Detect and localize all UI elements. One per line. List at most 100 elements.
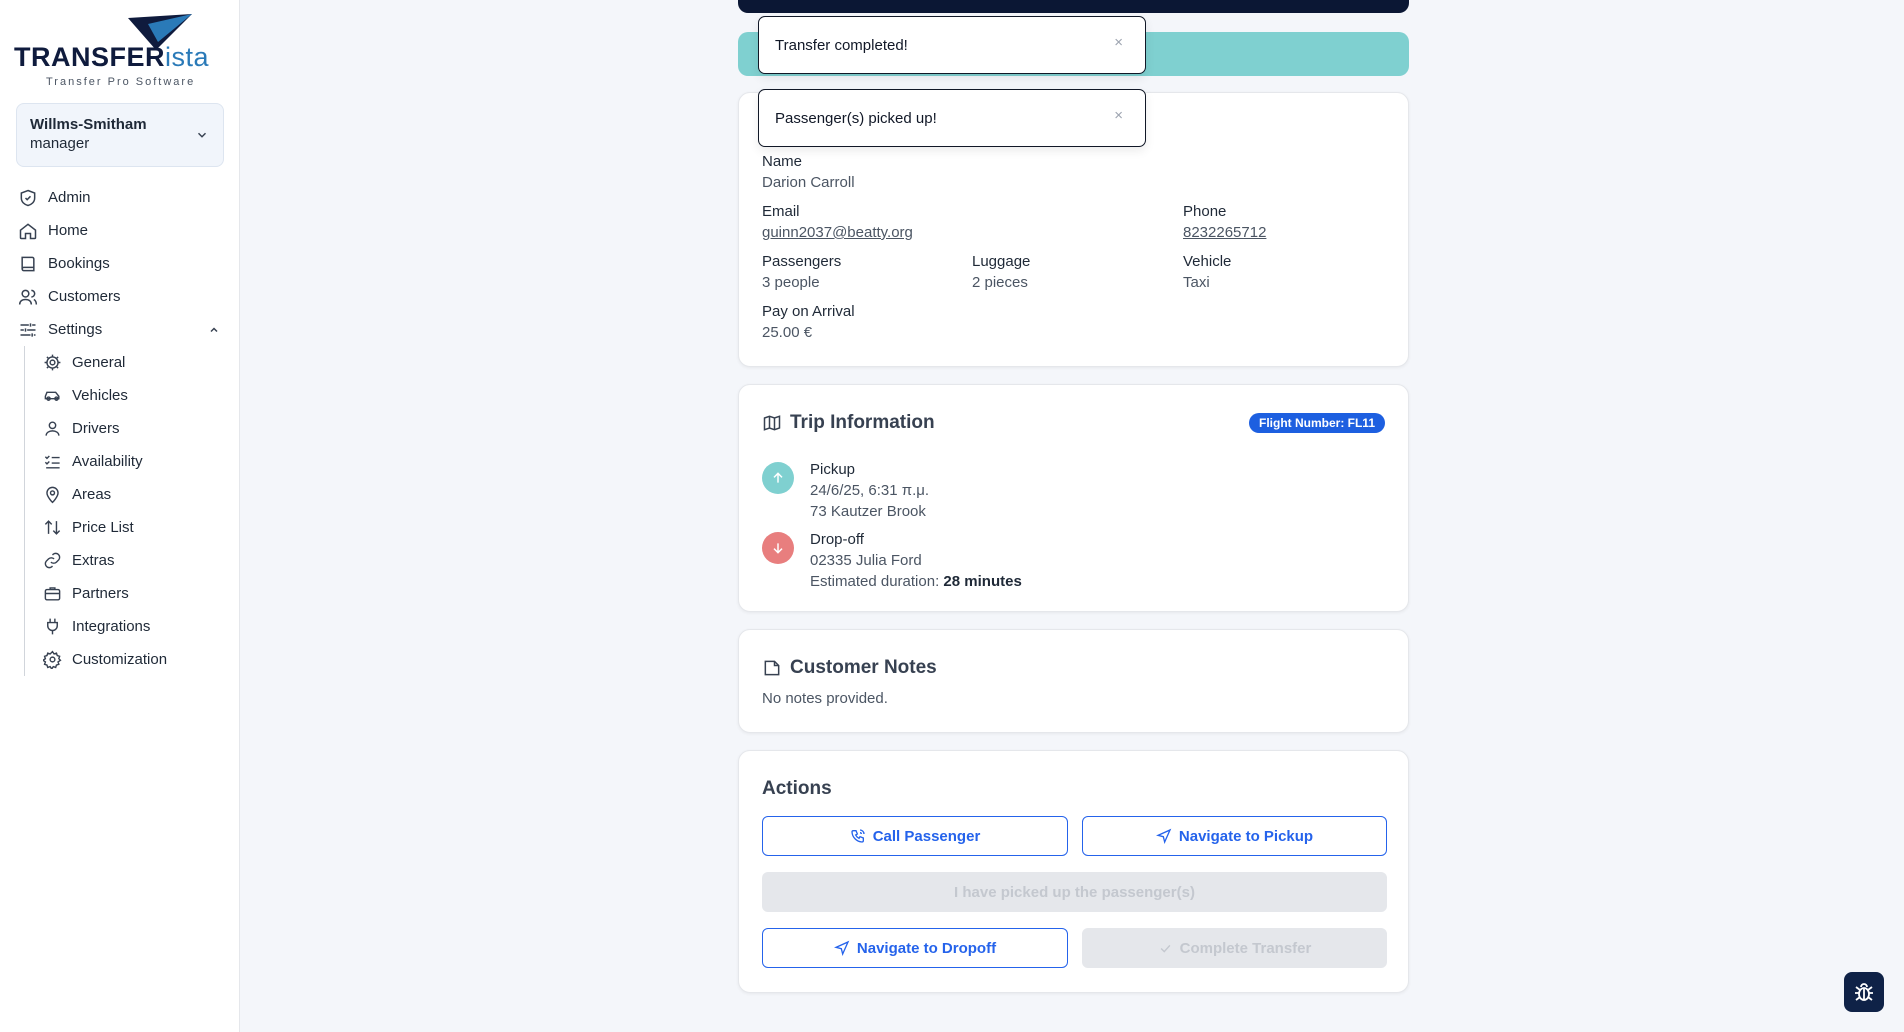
link-icon — [44, 552, 61, 569]
sidebar-item-customization[interactable]: Customization — [43, 643, 228, 676]
chevron-down-icon — [197, 132, 207, 138]
vehicle-label: Vehicle — [1183, 253, 1232, 270]
user-role: manager — [30, 135, 90, 152]
customer-notes-heading: Customer Notes — [762, 657, 937, 679]
home-icon — [19, 222, 37, 239]
customer-notes-text: No notes provided. — [762, 690, 888, 707]
bug-icon — [1855, 983, 1873, 1001]
navigate-to-pickup-button[interactable]: Navigate to Pickup — [1082, 816, 1387, 856]
sidebar-item-label: Extras — [72, 552, 115, 569]
logo-wordmark: TRANSFERista — [14, 42, 210, 72]
car-icon — [44, 391, 60, 401]
sidebar-item-drivers[interactable]: Drivers — [43, 412, 228, 445]
passengers-label: Passengers — [762, 253, 842, 270]
dropoff-label: Drop-off — [810, 531, 864, 548]
organization-switcher[interactable]: Willms-Smitham manager — [16, 103, 224, 167]
pay-value: 25.00 € — [762, 324, 813, 341]
sidebar-item-label: Bookings — [48, 255, 110, 272]
sidebar-item-label: Home — [48, 222, 89, 239]
phone-field: Phone 8232265712 — [1183, 203, 1266, 241]
close-icon[interactable]: × — [1114, 107, 1123, 124]
vehicle-value: Taxi — [1183, 274, 1210, 291]
map-icon — [763, 415, 781, 431]
sidebar-item-general[interactable]: General — [43, 346, 228, 379]
email-field: Email guinn2037@beatty.org — [762, 203, 913, 241]
navigate-to-dropoff-label: Navigate to Dropoff — [856, 939, 997, 957]
toast-notification: Transfer completed! × — [758, 16, 1146, 74]
dropoff-address: 02335 Julia Ford — [810, 552, 922, 569]
status-header-bar — [738, 0, 1409, 13]
passengers-field: Passengers 3 people — [762, 253, 841, 291]
arrow-up-icon — [762, 462, 794, 494]
navigation-arrow-icon — [1155, 828, 1172, 844]
sidebar-item-partners[interactable]: Partners — [43, 577, 228, 610]
phone-call-icon — [851, 829, 865, 843]
luggage-field: Luggage 2 pieces — [972, 253, 1030, 291]
estimated-duration: Estimated duration: 28 minutes — [810, 571, 1022, 592]
sidebar-item-customers[interactable]: Customers — [18, 280, 228, 313]
arrows-up-down-icon — [44, 520, 61, 535]
settings-submenu: General Vehicles Drivers Availability Ar… — [24, 346, 228, 676]
call-passenger-label: Call Passenger — [872, 827, 981, 845]
trip-info-title: Trip Information — [790, 412, 935, 433]
pay-label: Pay on Arrival — [762, 303, 855, 320]
email-label: Email — [762, 203, 800, 220]
picked-up-button[interactable]: I have picked up the passenger(s) — [762, 872, 1387, 912]
sidebar-item-label: Availability — [72, 453, 143, 470]
arrow-down-icon — [762, 532, 794, 564]
pickup-time: 24/6/25, 6:31 π.μ. — [810, 482, 930, 499]
pickup-address: 73 Kautzer Brook — [810, 503, 926, 520]
sidebar-item-areas[interactable]: Areas — [43, 478, 228, 511]
trip-info-card: Trip Information Flight Number: FL11 Pic… — [738, 384, 1409, 612]
sidebar: TRANSFERista Transfer Pro Software Willm… — [0, 0, 240, 1032]
map-pin-icon — [46, 486, 59, 504]
name-label: Name — [762, 153, 803, 170]
list-check-icon — [44, 455, 60, 469]
close-icon[interactable]: × — [1114, 34, 1123, 51]
pay-on-arrival-field: Pay on Arrival 25.00 € — [762, 303, 855, 341]
toast-notification: Passenger(s) picked up! × — [758, 89, 1146, 147]
sidebar-item-integrations[interactable]: Integrations — [43, 610, 228, 643]
trip-info-heading: Trip Information — [762, 412, 935, 434]
sidebar-item-settings[interactable]: Settings — [18, 313, 228, 346]
sidebar-item-label: Drivers — [72, 420, 120, 437]
sidebar-item-extras[interactable]: Extras — [43, 544, 228, 577]
passengers-value: 3 people — [762, 274, 820, 291]
sidebar-item-vehicles[interactable]: Vehicles — [43, 379, 228, 412]
navigation-arrow-icon — [833, 940, 850, 956]
logo[interactable]: TRANSFERista Transfer Pro Software — [14, 14, 226, 90]
sidebar-item-label: Customers — [48, 288, 121, 305]
name-value: Darion Carroll — [762, 174, 855, 191]
complete-transfer-label: Complete Transfer — [1179, 939, 1312, 957]
picked-up-label: I have picked up the passenger(s) — [954, 883, 1195, 901]
settings-gear-icon — [43, 650, 62, 669]
sidebar-item-bookings[interactable]: Bookings — [18, 247, 228, 280]
main-nav: Admin Home Bookings Customers Settings G… — [18, 181, 228, 676]
duration-value: 28 minutes — [943, 573, 1022, 590]
pickup-label: Pickup — [810, 461, 856, 478]
name-field: Name Darion Carroll — [762, 153, 855, 191]
complete-transfer-button[interactable]: Complete Transfer — [1082, 928, 1387, 968]
user-icon — [45, 421, 60, 436]
luggage-label: Luggage — [972, 253, 1031, 270]
sidebar-item-price-list[interactable]: Price List — [43, 511, 228, 544]
plug-icon — [47, 618, 58, 635]
phone-link[interactable]: 8232265712 — [1183, 224, 1266, 241]
vehicle-field: Vehicle Taxi — [1183, 253, 1231, 291]
sidebar-item-label: Customization — [72, 651, 168, 668]
sidebar-item-home[interactable]: Home — [18, 214, 228, 247]
sidebar-item-availability[interactable]: Availability — [43, 445, 228, 478]
actions-card: Actions Call Passenger Navigate to Picku… — [738, 750, 1409, 993]
sidebar-item-admin[interactable]: Admin — [18, 181, 228, 214]
users-icon — [18, 289, 38, 305]
navigate-to-dropoff-button[interactable]: Navigate to Dropoff — [762, 928, 1068, 968]
sidebar-item-label: Settings — [48, 321, 103, 338]
call-passenger-button[interactable]: Call Passenger — [762, 816, 1068, 856]
bug-report-button[interactable] — [1844, 972, 1884, 1012]
email-link[interactable]: guinn2037@beatty.org — [762, 224, 913, 241]
organization-name: Willms-Smitham — [30, 116, 147, 133]
customer-notes-card: Customer Notes No notes provided. — [738, 629, 1409, 733]
briefcase-icon — [44, 587, 61, 601]
check-icon — [1160, 944, 1171, 953]
sidebar-item-label: Areas — [72, 486, 112, 503]
